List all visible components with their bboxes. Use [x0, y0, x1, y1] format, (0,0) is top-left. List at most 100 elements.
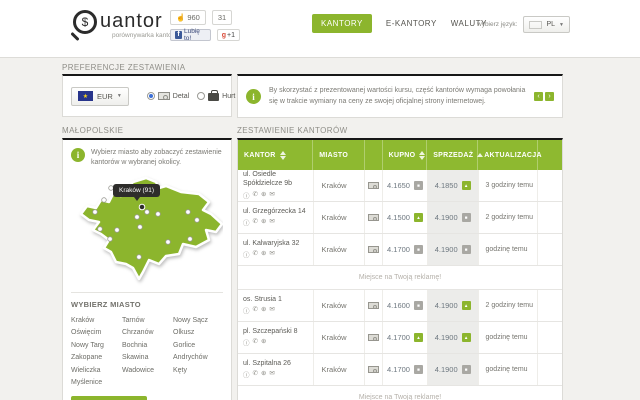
info-icon[interactable]: ⓘ — [243, 305, 250, 315]
city-link[interactable]: Zakopane — [71, 352, 122, 365]
table-row[interactable]: ul. Grzegórzecka 14 ⓘ ✆ ⊕ ✉ Kraków 4.1500 ▲ … — [238, 202, 562, 234]
city-link[interactable]: Myślenice — [71, 377, 122, 390]
kantor-address-link[interactable]: ul. Szpitalna 26 — [243, 360, 291, 369]
web-icon[interactable]: ⊕ — [261, 249, 266, 259]
info-icon[interactable]: ⓘ — [243, 190, 250, 200]
kantor-table: KANTOR MIASTO KUPNO SPRZEDAŻ AKTUALIZACJ… — [237, 138, 563, 400]
krakow-marker[interactable] — [138, 203, 146, 210]
table-row[interactable]: ul. Osiedle Spółdzielcze 9b ⓘ ✆ ⊕ ✉ Kraków … — [238, 170, 562, 202]
chevron-down-icon: ▼ — [116, 93, 122, 99]
detal-rate-icon — [368, 334, 380, 341]
updated-cell: 2 godziny temu — [479, 290, 539, 321]
sort-header-kantor[interactable]: KANTOR — [238, 140, 314, 170]
city-link[interactable]: Kraków — [71, 315, 122, 328]
city-link[interactable]: Bochnia — [122, 340, 173, 353]
contact-icons: ⓘ ✆ ⊕ ✉ — [243, 190, 275, 200]
kupno-trend-icon: ▲ — [413, 333, 423, 342]
radio-detal[interactable] — [146, 92, 155, 100]
phone-icon[interactable]: ✆ — [253, 337, 258, 347]
phone-icon[interactable]: ✆ — [253, 249, 258, 259]
kantor-address-link[interactable]: os. Strusia 1 — [243, 296, 282, 305]
mail-icon[interactable]: ✉ — [269, 249, 274, 259]
city-link[interactable]: Wadowice — [122, 365, 173, 378]
phone-icon[interactable]: ✆ — [253, 369, 258, 379]
info-icon[interactable]: ⓘ — [243, 217, 250, 227]
city-link[interactable]: Olkusz — [173, 327, 224, 340]
gplus-icon: g — [221, 31, 227, 39]
region-map[interactable]: Kraków (91) — [71, 172, 224, 286]
show-button-partial[interactable] — [71, 395, 147, 400]
phone-icon[interactable]: ✆ — [253, 305, 258, 315]
sprzedaz-trend-icon: ■ — [461, 245, 471, 254]
city-link[interactable]: Tarnów — [122, 315, 173, 328]
kupno-trend-icon: ■ — [413, 365, 423, 374]
table-row[interactable]: pl. Szczepański 8 ⓘ ✆ ⊕ Kraków 4.1700 ▲ 4.1… — [238, 322, 562, 354]
info-icon: i — [246, 89, 261, 104]
radio-option-hurt[interactable]: Hurt — [197, 90, 235, 101]
carousel-prev-button[interactable]: ‹ — [534, 92, 543, 101]
kantor-address-link[interactable]: ul. Kalwaryjska 32 — [243, 240, 299, 249]
logo[interactable]: $ uantor porównywarka kantorów — [73, 10, 182, 39]
poland-flag-icon — [529, 20, 543, 29]
city-link[interactable]: Oświęcim — [71, 327, 122, 340]
mail-icon[interactable]: ✉ — [269, 305, 274, 315]
web-icon[interactable]: ⊕ — [261, 369, 266, 379]
city-link[interactable]: Kęty — [173, 365, 224, 378]
krakow-tooltip: Kraków (91) — [113, 183, 161, 201]
phone-icon[interactable]: ✆ — [253, 217, 258, 227]
mail-icon[interactable]: ✉ — [269, 369, 274, 379]
notice-panel: i By skorzystać z prezentowanej wartości… — [237, 74, 563, 118]
kantor-address-link[interactable]: ul. Osiedle Spółdzielcze 9b — [243, 171, 313, 189]
social-buttons: ☝ 960 31 f Lubię to! g +1 — [170, 10, 240, 45]
web-icon[interactable]: ⊕ — [261, 217, 266, 227]
main-nav: KANTORY E-KANTORY WALUTY — [312, 14, 487, 33]
updated-cell: godzinę temu — [479, 234, 539, 265]
info-icon[interactable]: ⓘ — [243, 369, 250, 379]
contact-icons: ⓘ ✆ ⊕ ✉ — [243, 249, 275, 259]
mail-icon[interactable]: ✉ — [269, 190, 274, 200]
sprzedaz-cell: 4.1900 ■ — [427, 234, 479, 265]
mail-icon[interactable]: ✉ — [269, 217, 274, 227]
radio-option-detal[interactable]: Detal — [146, 92, 189, 100]
detal-rate-icon — [368, 246, 380, 253]
gplus-button[interactable]: g +1 — [216, 29, 240, 41]
kantor-address-link[interactable]: ul. Grzegórzecka 14 — [243, 208, 306, 217]
table-header: KANTOR MIASTO KUPNO SPRZEDAŻ AKTUALIZACJ… — [238, 140, 562, 170]
web-icon[interactable]: ⊕ — [261, 337, 266, 347]
updated-cell: godzinę temu — [479, 322, 539, 353]
language-dropdown[interactable]: PL ▼ — [523, 16, 570, 33]
table-row[interactable]: ul. Szpitalna 26 ⓘ ✆ ⊕ ✉ Kraków 4.1700 ■ 4.1… — [238, 354, 562, 386]
sprzedaz-cell: 4.1900 ■ — [427, 202, 479, 233]
kantor-address-link[interactable]: pl. Szczepański 8 — [243, 328, 297, 337]
nav-tab-kantory[interactable]: KANTORY — [312, 14, 372, 33]
web-icon[interactable]: ⊕ — [261, 190, 266, 200]
radio-hurt[interactable] — [197, 92, 206, 100]
table-row[interactable]: ul. Kalwaryjska 32 ⓘ ✆ ⊕ ✉ Kraków 4.1700 ■ 4… — [238, 234, 562, 266]
preferences-heading: PREFERENCJE ZESTAWIENIA — [62, 63, 186, 72]
city-link[interactable]: Nowy Targ — [71, 340, 122, 353]
kupno-cell: 4.1650 ■ — [383, 170, 428, 201]
city-link[interactable]: Andrychów — [173, 352, 224, 365]
phone-icon[interactable]: ✆ — [253, 190, 258, 200]
facebook-like-button[interactable]: f Lubię to! — [170, 28, 211, 42]
sort-header-sprzedaz[interactable]: SPRZEDAŻ — [427, 140, 484, 170]
city-link[interactable]: Skawina — [122, 352, 173, 365]
info-icon[interactable]: ⓘ — [243, 249, 250, 259]
city-link[interactable]: Gorlice — [173, 340, 224, 353]
ad-row[interactable]: Miejsce na Twoją reklamę! — [238, 386, 562, 400]
nav-tab-e-kantory[interactable]: E-KANTORY — [386, 19, 437, 28]
carousel-next-button[interactable]: › — [545, 92, 554, 101]
header-miasto[interactable]: MIASTO — [313, 140, 365, 170]
web-icon[interactable]: ⊕ — [261, 305, 266, 315]
info-icon[interactable]: ⓘ — [243, 337, 250, 347]
city-link[interactable]: Wieliczka — [71, 365, 122, 378]
page: $ uantor porównywarka kantorów ☝ 960 31 … — [0, 0, 640, 400]
main-content: PREFERENCJE ZESTAWIENIA ★ EUR ▼ Detal Hu… — [0, 58, 640, 400]
table-row[interactable]: os. Strusia 1 ⓘ ✆ ⊕ ✉ Kraków 4.1600 ■ 4.1900… — [238, 290, 562, 322]
currency-dropdown[interactable]: ★ EUR ▼ — [71, 86, 129, 106]
briefcase-icon — [208, 90, 220, 101]
sort-header-kupno[interactable]: KUPNO — [383, 140, 428, 170]
city-link[interactable]: Chrzanów — [122, 327, 173, 340]
ad-row[interactable]: Miejsce na Twoją reklamę! — [238, 266, 562, 290]
city-link[interactable]: Nowy Sącz — [173, 315, 224, 328]
